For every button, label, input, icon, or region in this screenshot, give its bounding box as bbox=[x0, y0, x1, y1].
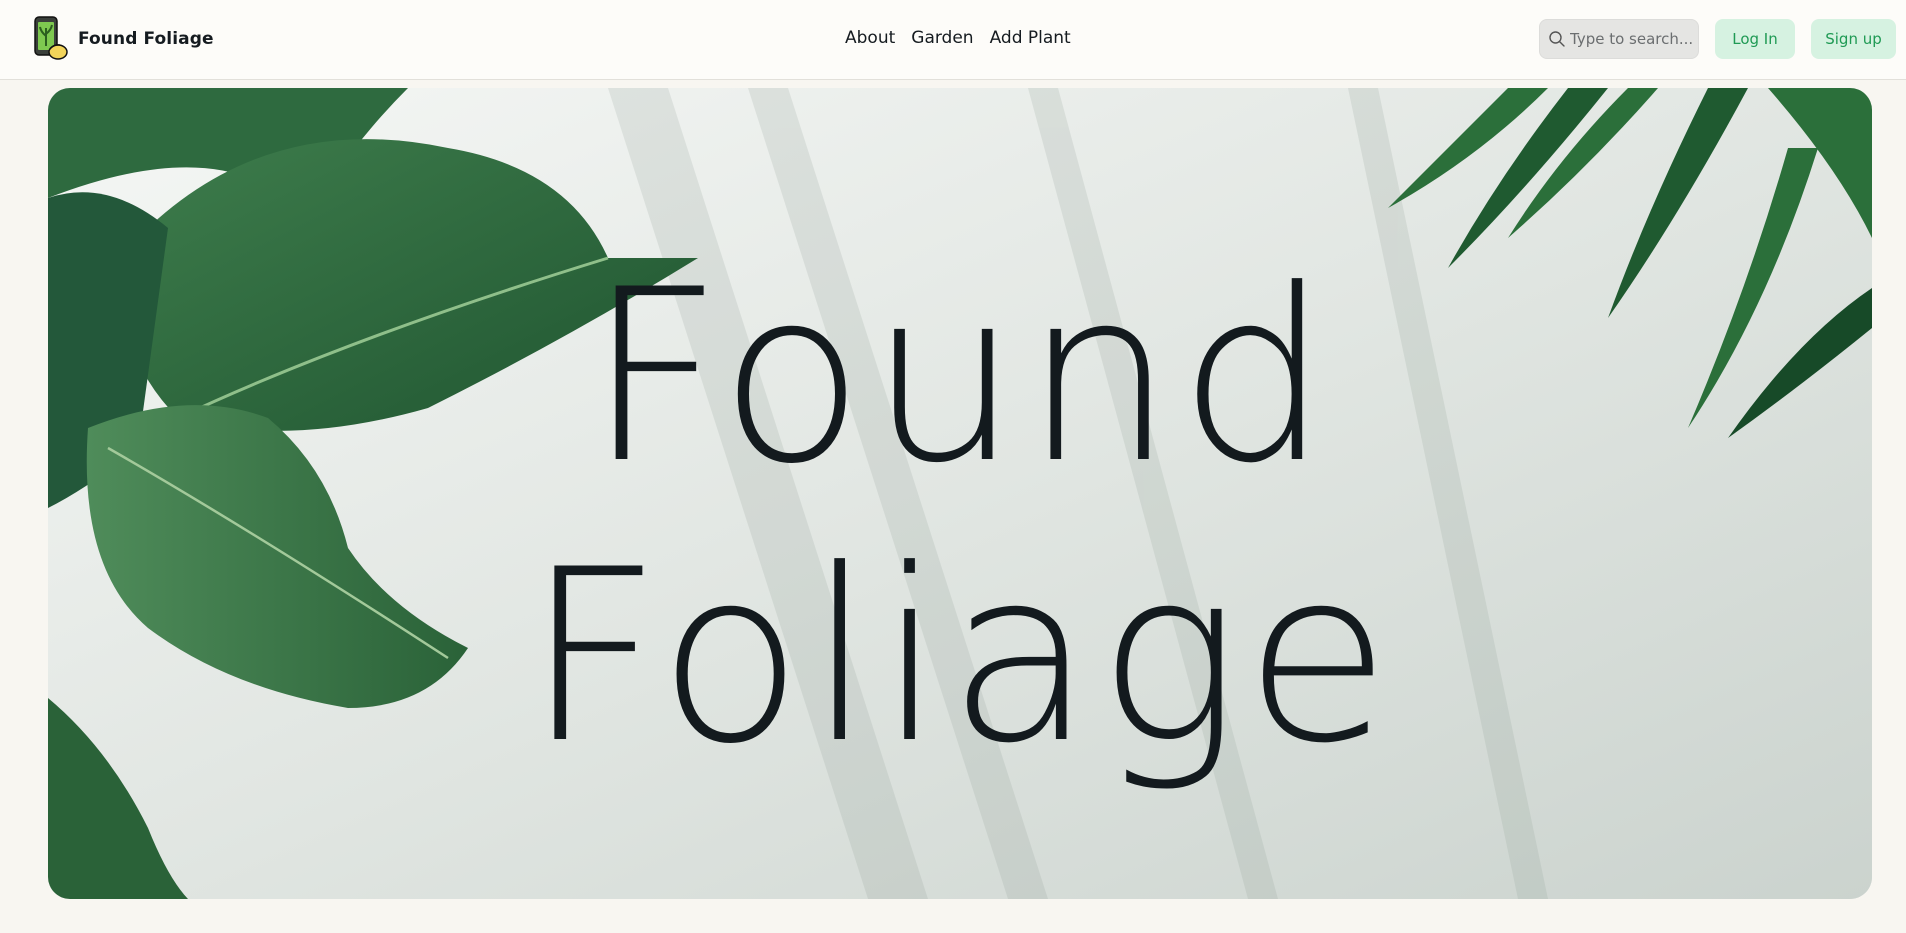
nav-about-link[interactable]: About bbox=[845, 28, 895, 48]
nav-add-plant-link[interactable]: Add Plant bbox=[990, 28, 1071, 48]
hero-title-line-2: Foliage bbox=[525, 519, 1395, 796]
brand-home-link[interactable]: Found Foliage bbox=[30, 14, 214, 64]
search-input[interactable] bbox=[1570, 30, 1696, 48]
hero-title-line-1: Found bbox=[586, 239, 1334, 516]
log-in-button[interactable]: Log In bbox=[1715, 19, 1795, 59]
main-nav: About Garden Add Plant bbox=[845, 28, 1071, 48]
sign-up-button[interactable]: Sign up bbox=[1811, 19, 1896, 59]
hero-title: Found Foliage bbox=[48, 238, 1872, 798]
search-icon bbox=[1549, 31, 1565, 47]
nav-garden-link[interactable]: Garden bbox=[911, 28, 973, 48]
brand-name: Found Foliage bbox=[78, 29, 214, 49]
hero-banner: Found Foliage bbox=[48, 88, 1872, 899]
phone-plant-logo-icon bbox=[34, 16, 68, 60]
search-box[interactable] bbox=[1539, 19, 1699, 59]
top-navbar: Found Foliage About Garden Add Plant Log… bbox=[0, 0, 1906, 80]
